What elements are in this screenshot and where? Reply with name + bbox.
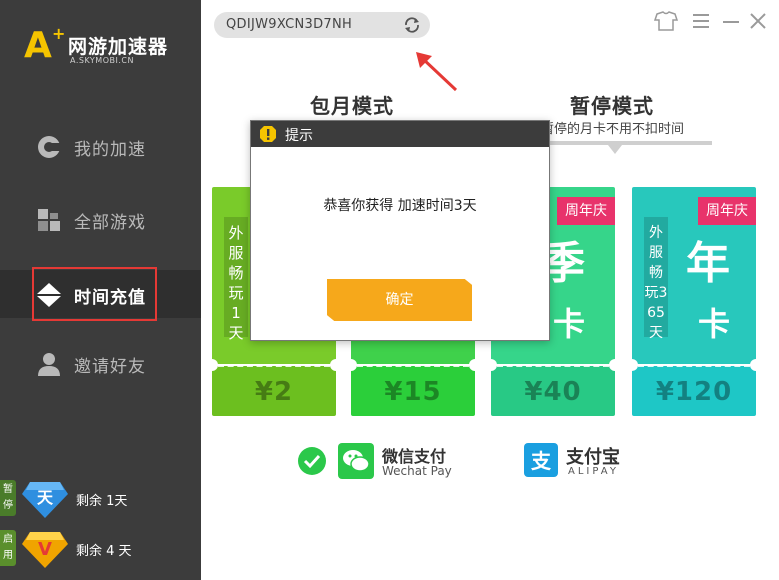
sidebar-item-label: 我的加速 xyxy=(74,140,146,160)
remaining-days: 剩余 4 天 xyxy=(76,544,132,559)
status-row-vip-card: 启用 V 剩余 4 天 xyxy=(0,528,201,568)
plan-card-year[interactable]: 外服畅玩365天 年 卡 周年庆 ¥120 xyxy=(632,187,756,416)
card-divider xyxy=(497,365,609,367)
card-price: ¥15 xyxy=(384,377,442,407)
remaining-days: 剩余 1天 xyxy=(76,494,128,509)
gem-char: V xyxy=(38,539,52,560)
refresh-icon[interactable] xyxy=(403,16,421,34)
status-row-day-card: 暂停 天 剩余 1天 xyxy=(0,478,201,518)
card-big-text-bottom: 卡 xyxy=(553,305,586,343)
speed-icon xyxy=(38,136,61,158)
card-divider xyxy=(638,365,750,367)
card-big-text-top: 年 xyxy=(686,238,730,289)
monthly-mode-title[interactable]: 包月模式 xyxy=(310,90,394,119)
card-price: ¥40 xyxy=(524,377,582,407)
pause-mode-title[interactable]: 暂停模式 xyxy=(570,90,654,119)
alipay-subtitle: ALIPAY xyxy=(568,466,619,477)
card-divider xyxy=(357,365,469,367)
enable-tag[interactable]: 启用 xyxy=(0,530,16,566)
sidebar-item-label: 邀请好友 xyxy=(74,357,146,377)
card-big-text-bottom: 卡 xyxy=(698,305,731,343)
confirm-button[interactable]: 确定 xyxy=(327,279,472,321)
sidebar-item-all-games[interactable]: 全部游戏 xyxy=(0,195,201,243)
anniversary-badge: 周年庆 xyxy=(698,197,756,225)
close-icon[interactable] xyxy=(750,13,766,29)
notice-dialog: 提示 恭喜你获得 加速时间3天 确定 xyxy=(250,120,550,341)
activation-code-field[interactable]: QDIJW9XCN3D7NH xyxy=(214,12,430,38)
svg-text:支: 支 xyxy=(531,449,552,473)
logo-letter: A xyxy=(24,25,52,66)
pause-tag[interactable]: 暂停 xyxy=(0,480,16,516)
sidebar-item-my-acceleration[interactable]: 我的加速 xyxy=(0,122,201,170)
logo-plus: + xyxy=(52,24,66,43)
pause-mode-caret xyxy=(608,145,622,154)
card-price: ¥120 xyxy=(655,377,733,407)
games-icon xyxy=(38,209,60,231)
wechat-pay-icon[interactable] xyxy=(338,443,374,479)
card-notch xyxy=(750,359,756,371)
card-notch xyxy=(609,359,615,371)
highlight-box xyxy=(32,267,157,321)
card-notch xyxy=(469,359,475,371)
selected-check-icon[interactable] xyxy=(298,447,326,475)
user-icon xyxy=(38,353,60,376)
logo-domain: A.SKYMOBI.CN xyxy=(70,56,134,65)
warning-icon xyxy=(260,126,276,142)
dialog-header: 提示 xyxy=(251,121,549,147)
diamond-gold-icon: V xyxy=(22,532,68,568)
card-price: ¥2 xyxy=(254,377,294,407)
logo-name: 网游加速器 xyxy=(68,36,169,58)
annotation-arrow-icon xyxy=(416,52,458,92)
wechat-pay-subtitle: Wechat Pay xyxy=(382,464,452,478)
sidebar-item-invite-friends[interactable]: 邀请好友 xyxy=(0,339,201,387)
diamond-blue-icon: 天 xyxy=(22,482,68,518)
anniversary-badge: 周年庆 xyxy=(557,197,615,225)
menu-icon[interactable] xyxy=(693,14,709,28)
window-controls xyxy=(653,11,766,31)
sidebar-item-label: 全部游戏 xyxy=(74,213,146,233)
card-vertical-text: 外服畅玩1天 xyxy=(224,217,248,342)
alipay-icon[interactable]: 支 xyxy=(524,443,558,477)
card-vertical-text: 外服畅玩365天 xyxy=(644,217,668,341)
card-notch xyxy=(330,359,336,371)
sidebar: A + 网游加速器 A.SKYMOBI.CN 我的加速 全部游戏 时间充值 邀请… xyxy=(0,0,201,580)
gem-char: 天 xyxy=(37,488,54,507)
pause-mode-description: 可暂停的月卡不用不扣时间 xyxy=(528,122,685,137)
dialog-message: 恭喜你获得 加速时间3天 xyxy=(323,198,477,214)
dialog-title: 提示 xyxy=(285,128,313,144)
app-logo: A + 网游加速器 A.SKYMOBI.CN xyxy=(24,24,184,70)
skin-icon[interactable] xyxy=(653,11,679,31)
activation-code: QDIJW9XCN3D7NH xyxy=(226,17,353,32)
card-divider xyxy=(218,365,330,367)
